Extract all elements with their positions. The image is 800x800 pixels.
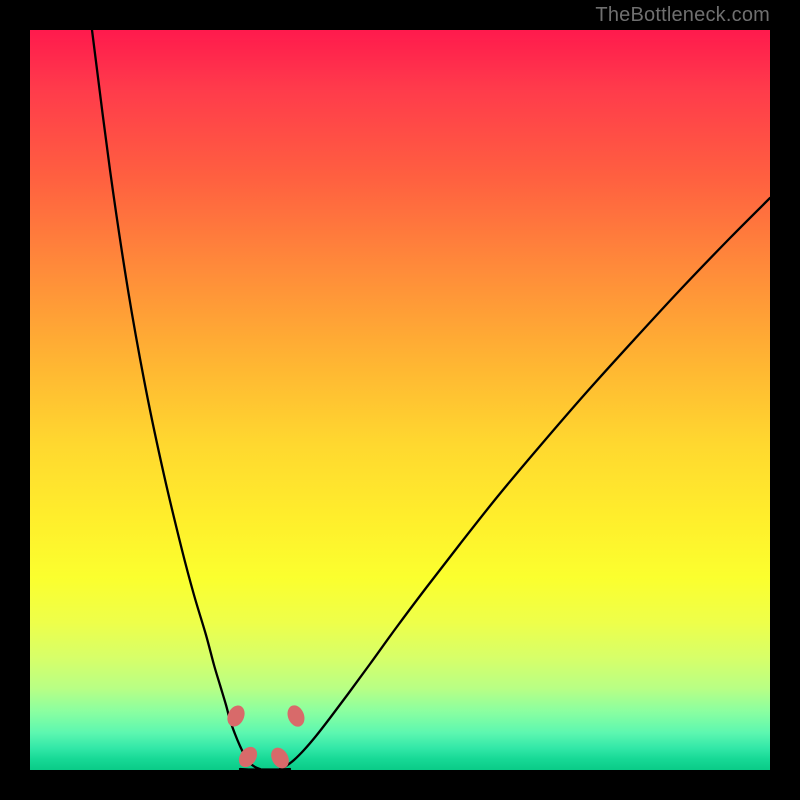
- marker-left-lower: [235, 743, 261, 770]
- chart-frame: TheBottleneck.com: [0, 0, 800, 800]
- marker-left-upper: [224, 703, 248, 730]
- series-group: [92, 30, 770, 770]
- marker-right-lower: [268, 744, 293, 770]
- watermark-text: TheBottleneck.com: [595, 4, 770, 27]
- curve-svg: [30, 30, 770, 770]
- marker-right-upper: [284, 703, 307, 729]
- series-right-branch: [280, 198, 770, 769]
- plot-area: [30, 30, 770, 770]
- series-valley-floor: [240, 769, 290, 770]
- series-left-branch: [92, 30, 260, 769]
